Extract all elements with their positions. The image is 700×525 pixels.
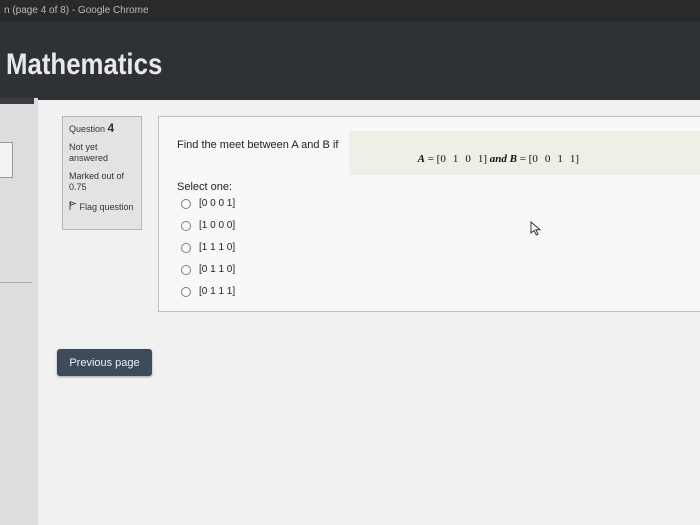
answer-option-label[interactable]: [1 1 1 0] [199,242,235,253]
side-drawer [0,98,38,525]
flag-question-link[interactable]: Flag question [69,201,139,213]
browser-title-bar: n (page 4 of 8) - Google Chrome [0,0,700,22]
question-content: Find the meet between A and B if A = [0 1… [158,116,700,312]
matrix-formula: A = [0 1 0 1] and B = [0 0 1 1] [417,153,579,165]
select-one-label: Select one: [177,181,233,193]
radio-button[interactable] [181,243,191,253]
matrix-b-entry: 1 [557,153,563,165]
radio-button[interactable] [181,265,191,275]
radio-button[interactable] [181,199,191,209]
radio-button[interactable] [181,287,191,297]
answer-option-label[interactable]: [0 0 0 1] [199,198,235,209]
matrix-a-entry: 1 [452,153,459,165]
flag-icon [69,201,77,213]
matrix-a-entry: 0 [465,153,471,165]
question-text: Find the meet between A and B if [177,139,339,151]
matrix-a-entry: 1 [477,153,484,165]
matrix-a-entry: 0 [440,153,446,165]
question-prefix: Question [69,124,106,134]
previous-page-button[interactable]: Previous page [57,349,152,376]
matrix-b-entry: 0 [544,153,551,165]
matrix-b-entry: 0 [532,153,538,165]
answer-option-label[interactable]: [0 1 1 0] [199,264,235,275]
question-grade: Marked out of 0.75 [69,171,125,192]
question-number: Question 4 [69,121,115,135]
answer-option-label[interactable]: [0 1 1 1] [199,286,235,297]
matrix-a-variable: A [417,153,425,165]
question-info-panel: Question 4 Not yet answered Marked out o… [62,116,142,230]
question-state: Not yet answered [69,142,109,163]
answer-option-label[interactable]: [1 0 0 0] [199,220,235,231]
formula-connector: and [489,153,507,165]
site-title: Mathematics [6,48,163,81]
matrix-b-entry: 1 [569,153,576,165]
flag-label: Flag question [79,202,134,212]
formula-area: A = [0 1 0 1] and B = [0 0 1 1] [349,131,700,175]
drawer-bar [0,98,34,104]
window-title: n (page 4 of 8) - Google Chrome [4,5,149,16]
question-number-value: 4 [107,121,115,135]
drawer-toggle[interactable] [0,142,13,178]
page-header: Mathematics [0,22,700,100]
radio-button[interactable] [181,221,191,231]
drawer-divider [0,282,32,283]
mouse-cursor-icon [530,220,542,241]
matrix-b-variable: B [509,153,517,165]
